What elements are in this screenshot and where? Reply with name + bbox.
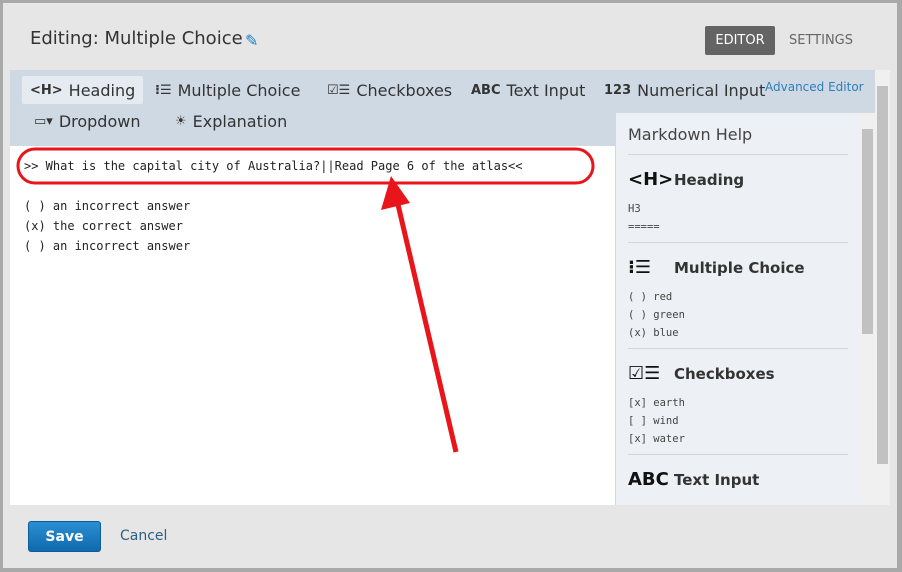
code-line: >> What is the capital city of Australia… bbox=[24, 159, 523, 173]
lightbulb-icon: ☀ bbox=[175, 113, 187, 129]
page-title: Editing: Multiple Choice bbox=[30, 28, 243, 49]
section-example: ( ) red ( ) green (x) blue bbox=[628, 291, 685, 339]
toolbar-dropdown[interactable]: ▭▾ Dropdown bbox=[26, 107, 148, 135]
label: Numerical Input bbox=[637, 80, 766, 100]
dialog: Editing: Multiple Choice ✎ EDITOR SETTIN… bbox=[3, 3, 897, 568]
cancel-link[interactable]: Cancel bbox=[120, 528, 167, 544]
section-example: H3 ===== bbox=[628, 203, 660, 233]
help-section-text-input: ABC Text Input bbox=[628, 455, 848, 496]
checkboxes-icon: ☑☰ bbox=[327, 82, 351, 98]
scroll-thumb[interactable] bbox=[862, 129, 873, 334]
dropdown-icon: ▭▾ bbox=[34, 113, 53, 129]
help-section-multiple-choice: ⁝☰ Multiple Choice ( ) red ( ) green (x) b… bbox=[628, 243, 848, 349]
abc-icon: ABC bbox=[628, 469, 669, 490]
toolbar-numerical-input[interactable]: 123 Numerical Input bbox=[596, 76, 773, 104]
help-section-heading: <H> Heading H3 ===== bbox=[628, 155, 848, 243]
toolbar-text-input[interactable]: ABC Text Input bbox=[463, 76, 593, 104]
label: Checkboxes bbox=[356, 80, 453, 100]
toolbar-explanation[interactable]: ☀ Explanation bbox=[167, 107, 295, 135]
help-scrollbar[interactable] bbox=[860, 113, 875, 505]
advanced-editor-link[interactable]: Advanced Editor bbox=[765, 80, 864, 94]
label: Heading bbox=[68, 80, 136, 100]
multiple-choice-icon: ⁝☰ bbox=[155, 82, 172, 98]
label: Multiple Choice bbox=[177, 80, 301, 100]
123-icon: 123 bbox=[604, 82, 632, 98]
section-title: Checkboxes bbox=[674, 364, 775, 383]
label: Dropdown bbox=[58, 111, 141, 131]
code-line: ( ) an incorrect answer bbox=[24, 199, 191, 213]
toolbar-heading[interactable]: <H> Heading bbox=[22, 76, 144, 104]
checkboxes-icon: ☑☰ bbox=[628, 363, 661, 384]
heading-icon: <H> bbox=[628, 169, 674, 190]
toolbar-multiple-choice[interactable]: ⁝☰ Multiple Choice bbox=[147, 76, 308, 104]
scroll-thumb[interactable] bbox=[877, 86, 888, 464]
code-line: (x) the correct answer bbox=[24, 219, 183, 233]
abc-icon: ABC bbox=[471, 82, 501, 98]
save-button[interactable]: Save bbox=[28, 521, 101, 552]
label: Text Input bbox=[506, 80, 586, 100]
markdown-help-panel: Markdown Help <H> Heading H3 ===== ⁝☰ Multi… bbox=[615, 113, 860, 505]
markdown-textarea[interactable]: >> What is the capital city of Australia… bbox=[24, 156, 523, 256]
heading-icon: <H> bbox=[30, 82, 63, 98]
code-line: ( ) an incorrect answer bbox=[24, 239, 191, 253]
tab-editor[interactable]: EDITOR bbox=[705, 26, 775, 55]
label: Explanation bbox=[192, 111, 288, 131]
section-title: Text Input bbox=[674, 470, 760, 489]
pencil-icon[interactable]: ✎ bbox=[245, 31, 258, 50]
section-example: [x] earth [ ] wind [x] water bbox=[628, 397, 685, 445]
code-line: ​ bbox=[24, 176, 523, 196]
help-section-checkboxes: ☑☰ Checkboxes [x] earth [ ] wind [x] water bbox=[628, 349, 848, 455]
editor-scrollbar[interactable] bbox=[875, 70, 890, 505]
editor-area: <H> Heading ⁝☰ Multiple Choice ☑☰ Checkboxe… bbox=[10, 70, 875, 505]
section-title: Heading bbox=[674, 170, 745, 189]
toolbar-checkboxes[interactable]: ☑☰ Checkboxes bbox=[319, 76, 460, 104]
help-title: Markdown Help bbox=[628, 125, 848, 155]
multiple-choice-icon: ⁝☰ bbox=[628, 257, 651, 278]
tab-settings[interactable]: SETTINGS bbox=[789, 26, 853, 55]
section-title: Multiple Choice bbox=[674, 258, 805, 277]
